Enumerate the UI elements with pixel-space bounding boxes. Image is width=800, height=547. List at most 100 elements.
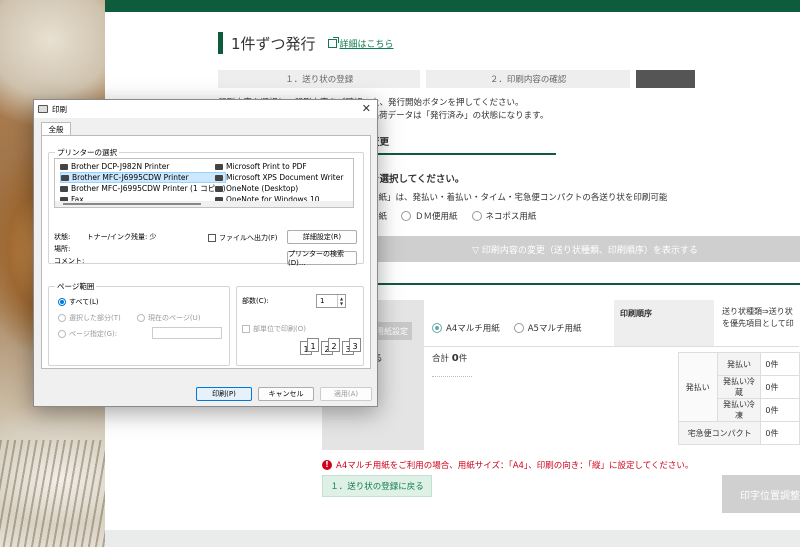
print-button[interactable]: 印刷(P) — [196, 387, 252, 401]
summary-value: 0件 — [760, 398, 800, 422]
print-to-file-label: ファイルへ出力(F) — [219, 234, 278, 242]
status-label: 状態: — [54, 233, 71, 241]
paper-option-nekopos[interactable]: ネコポス用紙 — [471, 210, 537, 222]
paper-type-options: 用紙 ＤＭ便用紙 ネコポス用紙 — [370, 210, 550, 222]
range-all-option[interactable]: すべて(L) — [58, 297, 99, 307]
radio-button-checked[interactable] — [432, 323, 442, 333]
step-indicator: １．送り状の登録 ２．印刷内容の確認 — [218, 70, 695, 88]
radio-button[interactable] — [401, 211, 412, 221]
collate-checkbox[interactable]: 部単位で印刷(O) — [242, 324, 306, 334]
radio-button[interactable] — [58, 330, 66, 338]
detail-link-label: 詳細はこちら — [339, 39, 394, 50]
radio-button[interactable] — [137, 314, 145, 322]
summary-category: 発払い — [678, 352, 718, 422]
table-row: 宅急便コンパクト 0件 — [677, 421, 800, 445]
copies-label: 部数(C): — [242, 297, 269, 305]
printer-name: Brother MFC-J6995CDW Printer — [72, 173, 189, 182]
print-to-file-checkbox[interactable]: ファイルへ出力(F) — [208, 233, 278, 243]
desktop-background-detail — [0, 440, 105, 547]
print-order-label: 印刷順序 — [614, 300, 714, 346]
paper-option-dm[interactable]: ＤＭ便用紙 — [401, 210, 458, 222]
find-printer-button[interactable]: プリンターの検索(D)... — [287, 250, 357, 267]
table-divider — [424, 346, 799, 347]
range-selection-option[interactable]: 選択した部分(T) — [58, 313, 121, 323]
printer-group-label: プリンターの選択 — [55, 147, 119, 158]
printer-name: Brother DCP-J982N Printer — [71, 162, 170, 171]
scrollbar-thumb[interactable] — [63, 203, 201, 205]
printer-item[interactable]: Microsoft Print to PDF — [215, 161, 343, 172]
paper-option-dm-label: ＤＭ便用紙 — [415, 212, 458, 222]
apply-button[interactable]: 適用(A) — [320, 387, 372, 401]
printer-item[interactable]: Microsoft XPS Document Writer — [215, 172, 343, 183]
radio-button-checked[interactable] — [58, 298, 66, 306]
multi-option-a4-label: A4マルチ用紙 — [446, 324, 500, 334]
multi-option-a4[interactable]: A4マルチ用紙 — [432, 322, 500, 334]
print-order-description: 送り状種類⇒送り状 を優先項目として印 — [722, 306, 800, 330]
printer-column-right: Microsoft Print to PDF Microsoft XPS Doc… — [215, 161, 343, 205]
page-footer-strip — [105, 530, 800, 547]
radio-button[interactable] — [513, 323, 524, 333]
tab-general[interactable]: 全般 — [41, 122, 71, 136]
radio-button[interactable] — [471, 211, 482, 221]
page-range-label: ページ範囲 — [55, 281, 97, 292]
range-selection-label: 選択した部分(T) — [69, 314, 121, 322]
printer-item[interactable]: OneNote (Desktop) — [215, 183, 343, 194]
dotted-separator — [432, 376, 472, 377]
printer-comment-label: コメント: — [54, 257, 85, 265]
total-count: 合計 0件 — [432, 352, 467, 364]
printer-list-scrollbar[interactable] — [55, 201, 353, 207]
checkbox[interactable] — [242, 325, 250, 333]
section-divider-2 — [370, 283, 800, 285]
range-all-label: すべて(L) — [69, 298, 99, 306]
paper-select-description: 用紙」は、発払い・着払い・タイム・宅急便コンパクトの各送り状を印刷可能 — [370, 193, 668, 203]
step-1: １．送り状の登録 — [218, 70, 421, 88]
paper-option-nekopos-label: ネコポス用紙 — [485, 212, 537, 222]
print-options-toggle[interactable]: ▽ 印刷内容の変更（送り状種類、印刷順序）を表示する — [370, 236, 800, 262]
range-pages-option[interactable]: ページ指定(G): — [58, 329, 117, 339]
copies-value: 1 — [320, 297, 325, 305]
multi-option-a5-label: A5マルチ用紙 — [527, 324, 582, 334]
summary-kind: 発払い冷凍 — [716, 398, 762, 422]
total-number: 0 — [451, 353, 459, 364]
dialog-titlebar: 印刷 ✕ — [34, 100, 377, 118]
summary-value: 0件 — [760, 352, 800, 376]
printer-item-selected[interactable]: Brother MFC-J6995CDW Printer — [60, 172, 226, 183]
printer-icon — [38, 105, 48, 113]
printer-icon — [215, 185, 223, 192]
print-order-desc-2: を優先項目として印 — [722, 319, 794, 328]
print-position-button[interactable]: 印字位置調整 — [722, 475, 800, 513]
back-to-step1-button[interactable]: １．送り状の登録に戻る — [322, 475, 432, 497]
total-unit: 件 — [458, 354, 468, 364]
checkbox[interactable] — [208, 234, 216, 242]
detail-link[interactable]: 詳細はこちら — [327, 36, 394, 50]
total-label: 合計 — [432, 354, 450, 364]
warning-text: A4マルチ用紙をご利用の場合、用紙サイズ：「A4」、印刷の向き：「縦」に設定して… — [336, 461, 694, 471]
summary-kind: 発払い冷蔵 — [716, 375, 762, 399]
summary-value: 0件 — [760, 375, 800, 399]
printer-icon — [60, 163, 68, 170]
printer-icon — [215, 163, 223, 170]
range-current-option[interactable]: 現在のページ(U) — [137, 313, 200, 323]
status-value: トナー/インク残量: 少 — [86, 233, 157, 241]
cancel-button[interactable]: キャンセル — [258, 387, 314, 401]
printer-name: Microsoft Print to PDF — [226, 162, 307, 171]
preferences-button[interactable]: 詳細設定(R) — [287, 230, 357, 244]
close-icon[interactable]: ✕ — [362, 102, 371, 115]
multi-option-a5[interactable]: A5マルチ用紙 — [513, 322, 582, 334]
printer-name: Brother MFC-J6995CDW Printer (1 コピー) — [71, 184, 226, 193]
radio-button[interactable] — [58, 314, 66, 322]
copies-stepper[interactable]: 1 ▲ ▼ — [316, 294, 346, 308]
printer-item[interactable]: Brother MFC-J6995CDW Printer (1 コピー) — [60, 183, 226, 194]
printer-item[interactable]: Brother DCP-J982N Printer — [60, 161, 226, 172]
stepper-arrows-icon[interactable]: ▲ ▼ — [337, 295, 345, 307]
summary-compact-label: 宅急便コンパクト — [677, 421, 762, 445]
summary-compact-value: 0件 — [760, 421, 800, 445]
page-range-input[interactable] — [152, 327, 222, 339]
step-2: ２．印刷内容の確認 — [426, 70, 630, 88]
printer-column-left: Brother DCP-J982N Printer Brother MFC-J6… — [60, 161, 226, 205]
table-row: 発払い 発払い 0件 — [678, 352, 800, 422]
printer-icon — [60, 185, 68, 192]
printer-list: Brother DCP-J982N Printer Brother MFC-J6… — [54, 158, 354, 208]
summary-table: 発払い 発払い 0件 発払い冷蔵 0件 発払い冷凍 0件 宅急便コンパクト 0件 — [677, 352, 800, 445]
range-current-label: 現在のページ(U) — [148, 314, 201, 322]
